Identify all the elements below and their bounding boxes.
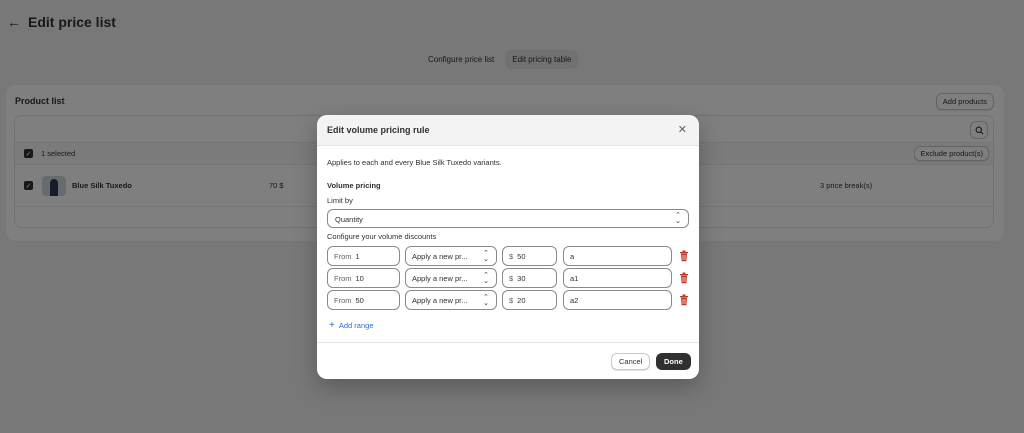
pricing-mode-select[interactable]: Apply a new pr... ⌃ ⌄ xyxy=(405,268,497,288)
limit-by-value: Quantity xyxy=(335,215,363,224)
pricing-mode-select[interactable]: Apply a new pr... ⌃ ⌄ xyxy=(405,290,497,310)
price-amount-field[interactable]: $50 xyxy=(502,246,557,266)
delete-row-icon[interactable] xyxy=(679,250,689,262)
break-name-field[interactable]: a xyxy=(563,246,672,266)
from-quantity-field[interactable]: From 50 xyxy=(327,290,400,310)
cancel-button[interactable]: Cancel xyxy=(611,353,651,370)
price-amount-field[interactable]: $20 xyxy=(502,290,557,310)
select-chevron-icon: ⌃ ⌄ xyxy=(483,250,489,263)
configure-discounts-label: Configure your volume discounts xyxy=(327,232,437,241)
break-name-field[interactable]: a1 xyxy=(563,268,672,288)
from-quantity-field[interactable]: From 1 xyxy=(327,246,400,266)
plus-icon: + xyxy=(329,319,335,331)
modal-header: Edit volume pricing rule ✕ xyxy=(317,115,699,146)
done-button[interactable]: Done xyxy=(656,353,691,370)
limit-by-select[interactable]: Quantity ⌃ ⌄ xyxy=(327,209,689,228)
from-quantity-field[interactable]: From 10 xyxy=(327,268,400,288)
edit-volume-pricing-modal: Edit volume pricing rule ✕ Applies to ea… xyxy=(317,115,699,379)
close-icon[interactable]: ✕ xyxy=(678,123,687,136)
delete-row-icon[interactable] xyxy=(679,294,689,306)
select-chevron-icon: ⌃ ⌄ xyxy=(483,272,489,285)
select-chevron-icon: ⌃ ⌄ xyxy=(675,212,681,225)
discount-row: From 10 Apply a new pr... ⌃ ⌄ $30 a1 xyxy=(327,268,689,288)
delete-row-icon[interactable] xyxy=(679,272,689,284)
discount-row: From 50 Apply a new pr... ⌃ ⌄ $20 a2 xyxy=(327,290,689,310)
volume-pricing-heading: Volume pricing xyxy=(327,181,381,190)
break-name-field[interactable]: a2 xyxy=(563,290,672,310)
price-amount-field[interactable]: $30 xyxy=(502,268,557,288)
select-chevron-icon: ⌃ ⌄ xyxy=(483,294,489,307)
modal-footer: Cancel Done xyxy=(317,342,699,379)
pricing-mode-select[interactable]: Apply a new pr... ⌃ ⌄ xyxy=(405,246,497,266)
discount-row: From 1 Apply a new pr... ⌃ ⌄ $50 a xyxy=(327,246,689,266)
applies-text: Applies to each and every Blue Silk Tuxe… xyxy=(327,158,502,167)
modal-title: Edit volume pricing rule xyxy=(327,125,430,135)
add-range-button[interactable]: + Add range xyxy=(329,319,373,331)
limit-by-label: Limit by xyxy=(327,196,353,205)
